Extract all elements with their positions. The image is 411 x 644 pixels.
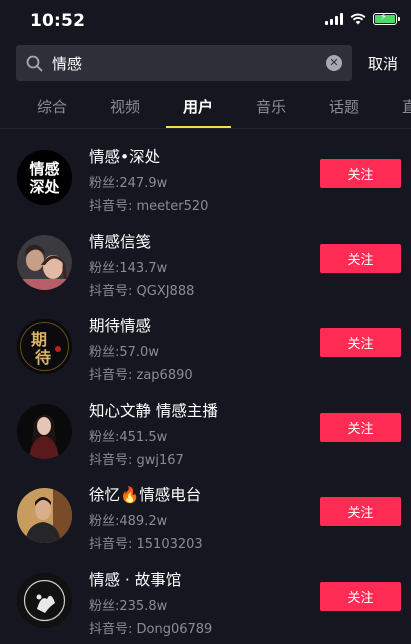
tab-music[interactable]: 音乐 <box>256 92 286 128</box>
status-time: 10:52 <box>30 11 86 31</box>
follower-count: 粉丝:489.2w <box>89 514 168 529</box>
tab-all[interactable]: 综合 <box>37 92 67 128</box>
user-name: 情感•深处 <box>89 148 161 166</box>
svg-text:待: 待 <box>35 348 51 367</box>
search-box[interactable]: ✕ <box>16 45 352 81</box>
list-item[interactable]: 知心文静 情感主播 粉丝:451.5w 抖音号: gwj167 关注 <box>0 387 411 472</box>
tab-videos[interactable]: 视频 <box>110 92 140 128</box>
avatar[interactable] <box>17 234 72 290</box>
user-list: 情感 深处 情感•深处 粉丝:247.9w 抖音号: meeter520 关注 … <box>0 133 411 640</box>
search-row: ✕ 取消 <box>16 45 411 81</box>
tabs-divider <box>0 128 411 129</box>
svg-text:情感: 情感 <box>29 160 59 178</box>
user-name: 期待情感 <box>89 317 152 335</box>
follower-count: 粉丝:247.9w <box>89 176 168 191</box>
tab-users[interactable]: 用户 <box>165 92 232 128</box>
follower-count: 粉丝:57.0w <box>89 345 159 360</box>
status-bar: 10:52 ⚡ <box>0 0 411 40</box>
battery-icon: ⚡ <box>373 12 400 25</box>
user-id: 抖音号: QGXJ888 <box>89 283 195 299</box>
svg-text:期: 期 <box>31 330 47 349</box>
follow-button[interactable]: 关注 <box>320 159 401 188</box>
search-input[interactable] <box>52 54 302 72</box>
tab-live[interactable]: 直 <box>402 92 411 128</box>
user-id: 抖音号: zap6890 <box>89 368 193 383</box>
follower-count: 粉丝:143.7w <box>89 260 168 276</box>
list-item[interactable]: 徐忆🔥情感电台 粉丝:489.2w 抖音号: 15103203 关注 <box>0 471 411 556</box>
list-item[interactable]: 情感 深处 情感•深处 粉丝:247.9w 抖音号: meeter520 关注 <box>0 133 411 218</box>
avatar[interactable] <box>17 403 72 459</box>
avatar[interactable]: 期 待 <box>17 319 72 374</box>
follower-count: 粉丝:235.8w <box>89 598 168 614</box>
avatar[interactable] <box>17 488 72 543</box>
follow-button[interactable]: 关注 <box>320 243 401 273</box>
tab-topics[interactable]: 话题 <box>329 92 359 128</box>
user-id: 抖音号: gwj167 <box>89 452 184 468</box>
user-id: 抖音号: 15103203 <box>89 537 203 552</box>
wifi-icon <box>350 13 366 25</box>
user-id: 抖音号: Dong06789 <box>89 621 213 637</box>
search-tabs: 综合 视频 用户 音乐 话题 直 <box>0 92 411 128</box>
user-name: 情感 · 故事馆 <box>89 570 182 589</box>
avatar[interactable] <box>17 572 72 628</box>
list-item[interactable]: 情感 · 故事馆 粉丝:235.8w 抖音号: Dong06789 关注 <box>0 556 411 641</box>
user-name: 徐忆🔥情感电台 <box>89 486 202 504</box>
list-item[interactable]: 期 待 期待情感 粉丝:57.0w 抖音号: zap6890 关注 <box>0 302 411 387</box>
user-name: 知心文静 情感主播 <box>89 401 218 420</box>
cancel-button[interactable]: 取消 <box>368 53 398 74</box>
svg-text:深处: 深处 <box>29 178 60 196</box>
clear-search-icon[interactable]: ✕ <box>326 55 342 71</box>
follow-button[interactable]: 关注 <box>320 497 401 526</box>
follow-button[interactable]: 关注 <box>320 581 401 611</box>
status-icons: ⚡ <box>325 12 400 25</box>
follower-count: 粉丝:451.5w <box>89 429 168 445</box>
follow-button[interactable]: 关注 <box>320 412 401 442</box>
follow-button[interactable]: 关注 <box>320 328 401 357</box>
user-name: 情感信笺 <box>89 232 152 251</box>
user-id: 抖音号: meeter520 <box>89 199 209 214</box>
avatar[interactable]: 情感 深处 <box>17 150 72 205</box>
cellular-signal-icon <box>325 13 343 25</box>
list-item[interactable]: 情感信笺 粉丝:143.7w 抖音号: QGXJ888 关注 <box>0 218 411 303</box>
search-icon <box>26 55 43 71</box>
